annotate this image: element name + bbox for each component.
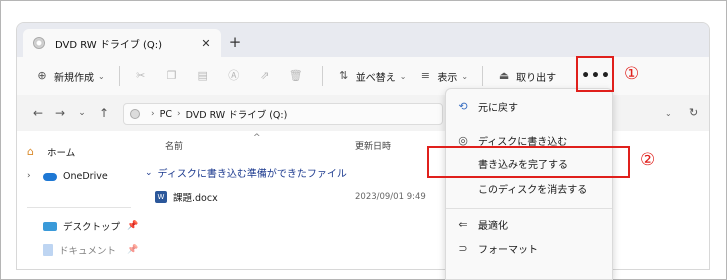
breadcrumb-chevron-icon: › — [176, 109, 181, 119]
eject-button[interactable]: ⏏ 取り出す — [491, 63, 562, 89]
toolbar-divider — [118, 66, 120, 86]
group-header[interactable]: ⌄ ディスクに書き込む準備ができたファイル — [145, 165, 347, 181]
sidebar-item-desktop[interactable]: デスクトップ 📌 — [43, 219, 138, 233]
back-arrow-icon[interactable]: ← — [27, 106, 49, 120]
file-modified-date: 2023/09/01 9:49 — [355, 192, 426, 202]
view-label: 表示 — [437, 72, 458, 84]
menu-item-undo[interactable]: ⟲ 元に戻す — [446, 93, 612, 119]
breadcrumb-drive[interactable]: DVD RW ドライブ (Q:) — [186, 107, 288, 121]
cloud-icon — [43, 172, 57, 181]
up-arrow-icon[interactable]: ↑ — [93, 106, 115, 120]
breadcrumb-chevron-icon: › — [151, 109, 155, 119]
pin-icon[interactable]: 📌 — [127, 221, 138, 231]
file-name: 課題.docx — [173, 193, 218, 204]
menu-divider — [446, 208, 612, 209]
annotation-callout-1: ① — [624, 64, 640, 84]
menu-item-label: フォーマット — [478, 244, 538, 256]
forward-arrow-icon[interactable]: → — [49, 106, 71, 120]
optimize-icon: ⇐ — [458, 217, 468, 231]
share-button[interactable]: ⇗ — [252, 63, 283, 89]
menu-item-label: 最適化 — [478, 220, 508, 232]
refresh-icon[interactable]: ↻ — [689, 106, 698, 119]
disc-icon — [130, 109, 140, 119]
cut-icon: ✂ — [136, 69, 146, 82]
eject-label: 取り出す — [516, 72, 557, 84]
annotation-callout-2: ② — [640, 150, 656, 170]
burn-disc-icon: ◎ — [458, 133, 468, 147]
new-tab-button[interactable]: + — [227, 33, 243, 51]
group-label: ディスクに書き込む準備ができたファイル — [157, 169, 347, 180]
sidebar-item-label: デスクトップ — [63, 222, 121, 233]
trash-icon: 🗑 — [288, 69, 303, 82]
sort-icon: ⇅ — [339, 69, 349, 82]
sidebar-item-onedrive[interactable]: OneDrive — [43, 171, 108, 182]
paste-icon: ▤ — [197, 69, 208, 82]
eject-icon: ⏏ — [498, 69, 510, 82]
sidebar-item-home[interactable]: ⌂ ホーム — [27, 145, 76, 160]
menu-item-format[interactable]: ⊃ フォーマット — [446, 235, 612, 261]
see-more-menu: ⟲ 元に戻す ◎ ディスクに書き込む 書き込みを完了する このディスクを消去する… — [445, 88, 613, 280]
menu-item-optimize[interactable]: ⇐ 最適化 — [446, 211, 612, 237]
disc-icon — [33, 37, 45, 49]
new-label: 新規作成 — [54, 72, 94, 84]
column-header-name[interactable]: 名前 — [165, 139, 183, 152]
sort-label: 並べ替え — [355, 72, 396, 84]
address-dropdown-icon[interactable]: ⌄ — [665, 109, 672, 118]
sidebar-item-documents[interactable]: ドキュメント 📌 — [43, 243, 138, 257]
sort-ascending-icon: ^ — [253, 133, 261, 143]
menu-item-erase-disc[interactable]: このディスクを消去する — [446, 175, 612, 201]
rename-button[interactable]: Ⓐ — [221, 63, 252, 89]
recent-chevron-icon[interactable]: ⌄ — [71, 108, 93, 118]
toolbar-divider — [482, 66, 484, 86]
chevron-down-icon: ⌄ — [399, 71, 407, 81]
chevron-down-icon: ⌄ — [461, 71, 469, 81]
address-bar[interactable]: › PC › DVD RW ドライブ (Q:) — [123, 103, 443, 125]
close-icon[interactable]: ✕ — [199, 37, 213, 50]
menu-item-label: 元に戻す — [478, 102, 518, 114]
expand-chevron-icon[interactable]: › — [27, 171, 31, 181]
pin-icon[interactable]: 📌 — [127, 245, 138, 255]
navigation-pane: ⌂ ホーム › OneDrive デスクトップ 📌 ドキュメント 📌 — [17, 131, 139, 269]
undo-icon: ⟲ — [458, 99, 468, 113]
plus-circle-icon: ⊕ — [37, 69, 47, 82]
document-icon — [43, 244, 53, 256]
collapse-chevron-icon: ⌄ — [145, 167, 153, 178]
breadcrumb-pc[interactable]: PC — [160, 109, 172, 120]
copy-button[interactable]: ❐ — [159, 63, 190, 89]
sidebar-item-label: ドキュメント — [59, 246, 117, 257]
view-icon: ≡ — [420, 69, 431, 82]
copy-icon: ❐ — [166, 69, 177, 82]
rename-icon: Ⓐ — [228, 69, 240, 82]
cut-button[interactable]: ✂ — [128, 63, 159, 89]
new-button[interactable]: ⊕ 新規作成 ⌄ — [29, 63, 111, 89]
tab-dvd-drive[interactable]: DVD RW ドライブ (Q:) ✕ — [23, 29, 221, 57]
sort-button[interactable]: ⇅ 並べ替え ⌄ — [331, 63, 413, 89]
format-icon: ⊃ — [458, 241, 468, 255]
paste-button[interactable]: ▤ — [190, 63, 221, 89]
title-bar: DVD RW ドライブ (Q:) ✕ + — [17, 23, 709, 57]
sidebar-item-label: ホーム — [47, 148, 76, 159]
sidebar-item-label: OneDrive — [63, 171, 108, 182]
delete-button[interactable]: 🗑 — [283, 63, 314, 89]
annotation-box-finish — [427, 146, 630, 178]
share-icon: ⇗ — [260, 69, 270, 82]
column-header-modified[interactable]: 更新日時 — [355, 139, 391, 152]
word-document-icon: W — [155, 191, 167, 203]
annotation-box-more — [576, 56, 614, 92]
tab-title: DVD RW ドライブ (Q:) — [55, 39, 163, 51]
desktop-icon — [43, 221, 57, 231]
menu-item-label: このディスクを消去する — [478, 184, 588, 196]
sidebar-divider — [27, 207, 131, 208]
view-button[interactable]: ≡ 表示 ⌄ — [412, 63, 474, 89]
home-icon: ⌂ — [27, 145, 34, 158]
toolbar-divider — [321, 66, 323, 86]
chevron-down-icon: ⌄ — [98, 71, 105, 81]
